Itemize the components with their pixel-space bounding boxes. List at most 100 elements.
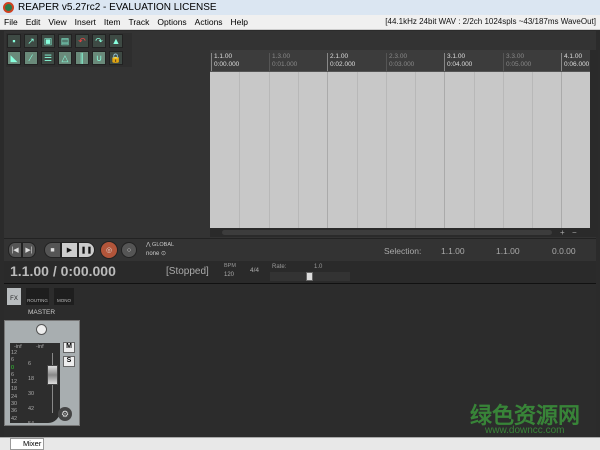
lock-icon[interactable]: 🔒 <box>109 51 123 65</box>
mono-button[interactable]: MONO <box>54 288 74 305</box>
menu-item[interactable]: Item <box>100 15 125 27</box>
ruler-bar: 2.3.00 <box>389 53 408 60</box>
menu-help[interactable]: Help <box>227 15 252 27</box>
routing-button[interactable]: ROUTING <box>26 288 49 305</box>
main-toolbar: ▪ ↗ ▣ ▤ ↶ ↷ ▲ ◣ ⁄ ☰ △ ║ ∪ 🔒 <box>6 33 132 67</box>
grid-line <box>239 72 240 228</box>
selection-label: Selection: <box>384 246 422 256</box>
auto-crossfade-icon[interactable]: ◣ <box>7 51 21 65</box>
zoom-out-icon[interactable]: − <box>572 228 577 237</box>
menu-file[interactable]: File <box>0 15 22 27</box>
scale-mark: 54 <box>28 421 35 427</box>
mute-label: M <box>66 343 72 350</box>
new-project-icon[interactable]: ▪ <box>7 34 21 48</box>
ruler-time: 0:05.000 <box>506 61 532 68</box>
audio-device-status[interactable]: [44.1kHz 24bit WAV : 2/2ch 1024spls ~43/… <box>385 17 596 26</box>
peak-right: -inf <box>36 344 44 350</box>
rate-slider-handle[interactable] <box>306 272 313 281</box>
bpm-value[interactable]: 120 <box>224 272 234 278</box>
scale-mark: 6 <box>28 361 32 367</box>
save-project-icon[interactable]: ▣ <box>41 34 55 48</box>
redo-icon[interactable]: ↷ <box>92 34 106 48</box>
scale-mark: 12 <box>11 350 18 356</box>
meter-scale-mid: 6 18 30 42 54 <box>28 357 34 432</box>
project-settings-icon[interactable]: ▤ <box>58 34 72 48</box>
automation-mode-select[interactable]: none ⊙ <box>146 250 166 257</box>
rate-label: Rate: <box>272 264 287 270</box>
selection-length[interactable]: 0.0.00 <box>552 246 576 256</box>
scroll-thumb[interactable] <box>222 230 552 235</box>
ruler-tick: 2.3.00 0:03.000 <box>386 53 414 71</box>
grid-line <box>357 72 358 228</box>
ruler-bar: 3.3.00 <box>506 53 525 60</box>
scale-mark: 18 <box>28 376 35 382</box>
scale-mark: 24 <box>11 393 18 400</box>
pause-icon[interactable]: ❚❚ <box>78 242 95 258</box>
scale-mark: 12 <box>11 379 18 386</box>
zoom-in-icon[interactable]: + <box>560 228 565 237</box>
go-to-end-icon[interactable]: ▶| <box>22 242 36 258</box>
ruler-tick: 1.3.00 0:01.000 <box>269 53 297 71</box>
menu-actions[interactable]: Actions <box>191 15 227 27</box>
scale-mark: 42 <box>28 406 35 412</box>
grid-line <box>444 72 445 228</box>
tab-mixer-label: Mixer <box>23 439 42 448</box>
metronome-icon[interactable]: ▲ <box>109 34 123 48</box>
undo-icon[interactable]: ↶ <box>75 34 89 48</box>
play-state: [Stopped] <box>166 266 209 277</box>
stop-icon[interactable]: ■ <box>44 242 61 258</box>
go-to-start-icon[interactable]: |◀ <box>8 242 22 258</box>
time-signature[interactable]: 4/4 <box>250 267 259 274</box>
arrange-view[interactable] <box>210 72 590 228</box>
horizontal-scrollbar[interactable]: + − <box>210 228 598 237</box>
scale-mark: 18 <box>11 386 18 393</box>
grid-line <box>532 72 533 228</box>
menu-view[interactable]: View <box>44 15 70 27</box>
reaper-logo-icon <box>3 2 14 13</box>
bpm-label: BPM <box>224 263 236 269</box>
menu-track[interactable]: Track <box>124 15 153 27</box>
record-icon[interactable]: ◎ <box>100 241 118 259</box>
menu-insert[interactable]: Insert <box>71 15 100 27</box>
grid-line <box>269 72 270 228</box>
menu-edit[interactable]: Edit <box>22 15 45 27</box>
selection-end[interactable]: 1.1.00 <box>496 246 520 256</box>
fx-button[interactable]: FX <box>7 288 21 305</box>
vertical-scrollbar[interactable] <box>590 50 598 228</box>
open-project-icon[interactable]: ↗ <box>24 34 38 48</box>
ruler-time: 0:06.000 <box>564 61 590 68</box>
scale-mark: 6 <box>11 371 15 378</box>
solo-button[interactable]: S <box>63 356 75 367</box>
tab-mixer[interactable]: Mixer <box>10 438 44 450</box>
rate-slider[interactable] <box>270 272 350 281</box>
ruler-time: 0:03.000 <box>389 61 415 68</box>
grid-snap-icon[interactable]: ☰ <box>41 51 55 65</box>
track-control-panel[interactable] <box>4 70 210 236</box>
scale-mark: 36 <box>11 408 18 415</box>
mute-button[interactable]: M <box>63 342 75 353</box>
grid-line <box>327 72 328 228</box>
ruler-bar: 4.1.00 <box>564 53 583 60</box>
menu-options[interactable]: Options <box>153 15 190 27</box>
selection-start[interactable]: 1.1.00 <box>441 246 465 256</box>
time-position-display[interactable]: 1.1.00 / 0:00.000 <box>10 263 116 279</box>
gear-icon[interactable]: ⚙ <box>58 407 72 421</box>
ruler-tick: 3.3.00 0:05.000 <box>503 53 531 71</box>
ruler-bar: 2.1.00 <box>330 53 349 60</box>
mono-label: MONO <box>57 298 71 303</box>
ruler-time: 0:04.000 <box>447 61 473 68</box>
envelope-points-icon[interactable]: ⁄ <box>24 51 38 65</box>
timeline-ruler[interactable]: 1.1.00 0:00.000 1.3.00 0:01.000 2.1.00 0:02… <box>210 50 590 72</box>
scale-mark: 42 <box>11 415 18 422</box>
ruler-tick: 4.1.00 0:06.000 <box>561 53 589 71</box>
repeat-icon[interactable]: ○ <box>121 242 137 258</box>
ruler-tick: 2.1.00 0:02.000 <box>327 53 355 71</box>
play-icon[interactable]: ▶ <box>61 242 78 258</box>
volume-fader[interactable] <box>47 365 58 385</box>
scale-mark: 30 <box>11 401 18 408</box>
grid-lines-icon[interactable]: ║ <box>75 51 89 65</box>
ripple-edit-icon[interactable]: △ <box>58 51 72 65</box>
pan-knob[interactable] <box>36 324 47 335</box>
loop-icon[interactable]: ∪ <box>92 51 106 65</box>
grid-line <box>298 72 299 228</box>
